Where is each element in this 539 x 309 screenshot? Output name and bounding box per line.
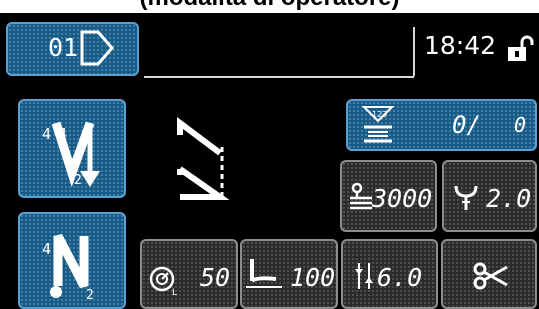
bobbin-counter-icon: 123 (362, 106, 395, 143)
pattern-1-bottom: 2 (74, 173, 82, 188)
svg-text:L: L (172, 288, 177, 297)
stitch-pattern-icon (50, 233, 89, 298)
header-divider-vertical (413, 27, 415, 77)
presser-height-value: 100 (290, 263, 336, 292)
pattern-1-top-left: 4 (42, 125, 52, 143)
counter-value: 0/ (452, 111, 481, 139)
clock: 18:42 (424, 31, 497, 60)
pattern-button-1[interactable]: 4 4 2 (18, 99, 126, 198)
pattern-select-icon (80, 30, 114, 66)
pattern-number-button[interactable]: 01 (6, 22, 139, 76)
bobbin-counter-button[interactable]: 123 0/ 0 (346, 99, 537, 151)
panel-screen: 01 18:42 4 4 2 4 4 2 123 0/ 0 3000 2.0 L… (0, 13, 539, 309)
feed-icon (355, 263, 373, 289)
presser-pressure-button[interactable]: L 50 (140, 239, 238, 309)
lock-open-icon[interactable] (506, 35, 534, 63)
svg-text:123: 123 (372, 110, 387, 119)
stitch-length-icon (454, 185, 478, 210)
scissors-icon (473, 262, 508, 290)
pattern-button-2[interactable]: 4 4 2 (18, 212, 126, 309)
page-caption: (modalità di operatore) (0, 0, 539, 12)
pattern-2-top-right: 4 (58, 240, 68, 258)
presser-pressure-value: 50 (200, 263, 231, 292)
feed-value: 6.0 (377, 263, 423, 292)
presser-pressure-icon: L (149, 266, 177, 297)
speed-value: 3000 (372, 184, 433, 213)
presser-height-icon (246, 259, 282, 288)
presser-height-button[interactable]: 100 (240, 239, 338, 309)
thread-trim-button[interactable] (441, 239, 537, 309)
header-divider (144, 76, 414, 78)
feed-button[interactable]: 6.0 (341, 239, 438, 309)
pattern-number: 01 (48, 33, 79, 62)
counter-total: 0 (514, 113, 527, 137)
pattern-preview-icon (177, 117, 230, 201)
stitch-pattern-icon (51, 121, 100, 187)
speed-icon (350, 182, 372, 210)
pattern-1-top-right: 4 (58, 125, 68, 143)
pattern-2-bottom: 2 (86, 288, 94, 303)
speed-button[interactable]: 3000 (340, 160, 437, 232)
stitch-length-button[interactable]: 2.0 (442, 160, 537, 232)
pattern-2-top-left: 4 (42, 240, 52, 258)
stitch-length-value: 2.0 (486, 184, 532, 213)
